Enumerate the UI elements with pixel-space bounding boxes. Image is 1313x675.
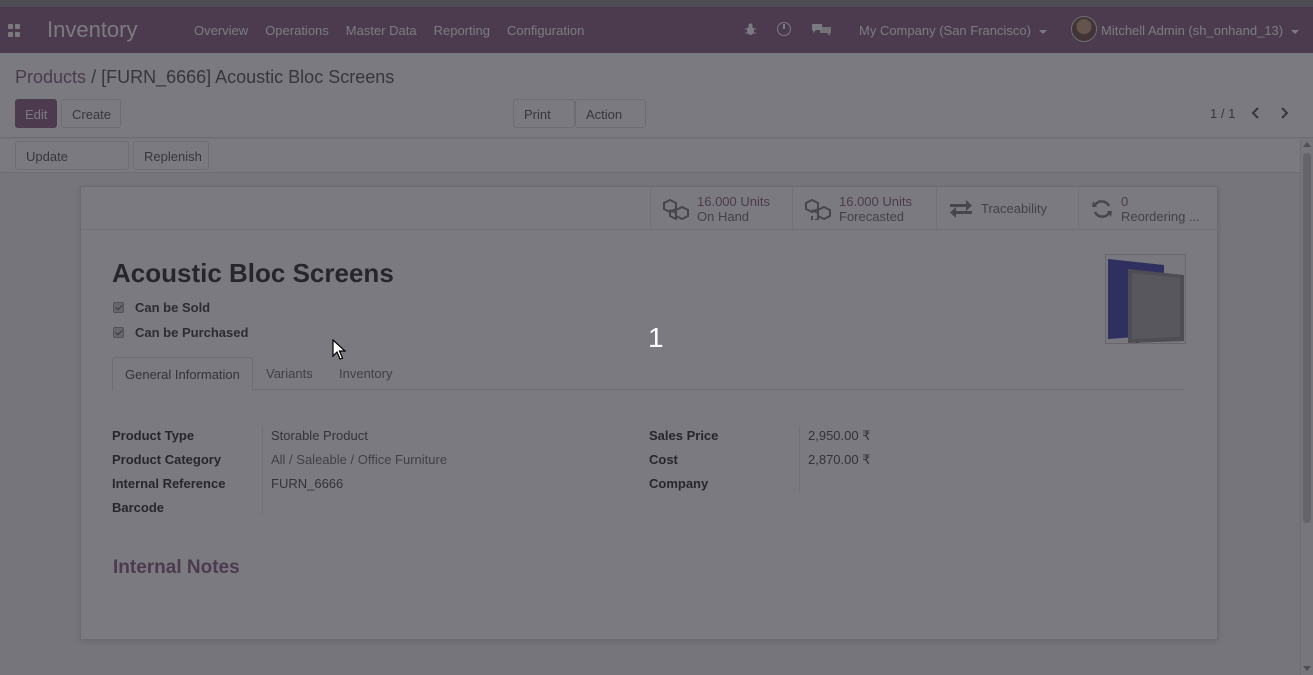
apps-menu-icon[interactable] [8,24,22,38]
print-dropdown[interactable]: Print [513,99,575,147]
bug-icon[interactable] [745,23,756,36]
menu-configuration[interactable]: Configuration [507,23,584,38]
scroll-down-icon[interactable] [1303,666,1311,671]
forecasted-stat-button[interactable]: 16.000 Units Forecasted [792,187,936,230]
button-box: 16.000 Units On Hand 16.000 Units Forecast… [81,187,1217,230]
update-quantity-button[interactable]: Update Quantity [15,141,129,193]
product-image[interactable] [1105,254,1186,344]
reordering-value: 0 [1121,193,1129,209]
breadcrumb-separator: / [91,67,97,87]
breadcrumb-products[interactable]: Products [15,67,86,87]
app-title[interactable]: Inventory [47,17,138,43]
forecasted-value: 16.000 Units [839,193,912,209]
scroll-up-icon[interactable] [1303,142,1311,147]
edit-button[interactable]: Edit [15,99,57,128]
internal-reference-label: Internal Reference [112,476,226,491]
company-name: My Company (San Francisco) [859,23,1031,38]
chevron-right-icon[interactable] [1279,107,1289,119]
control-panel: Products / [FURN_6666] Acoustic Bloc Scr… [0,53,1313,138]
breadcrumb: Products / [FURN_6666] Acoustic Bloc Scr… [15,67,394,88]
menu-overview[interactable]: Overview [194,23,248,38]
main-navbar: Inventory Overview Operations Master Dat… [0,7,1313,53]
menu-reporting[interactable]: Reporting [434,23,490,38]
create-button[interactable]: Create [61,99,121,128]
cubes-icon [663,198,689,220]
action-dropdown[interactable]: Action [575,99,646,147]
tab-variants[interactable]: Variants [254,357,325,390]
sales-price-label: Sales Price [649,428,719,443]
forecasted-text: 16.000 Units Forecasted [839,194,912,224]
field-separator [262,426,263,516]
menu-master-data[interactable]: Master Data [346,23,417,38]
form-sheet: 16.000 Units On Hand 16.000 Units Forecast… [80,186,1218,640]
breadcrumb-current: [FURN_6666] Acoustic Bloc Screens [101,67,395,87]
product-type-field[interactable]: Storable Product [271,428,368,443]
forecasted-label: Forecasted [839,208,905,224]
sales-price-field[interactable]: 2,950.00 ₹ [808,428,871,444]
on-hand-text: 16.000 Units On Hand [697,194,770,224]
user-name: Mitchell Admin (sh_onhand_13) [1101,23,1284,38]
chevron-down-icon [1291,29,1300,34]
barcode-label: Barcode [112,500,165,515]
print-label: Print [524,107,551,122]
field-separator [799,426,800,492]
acoustic-screen-image [1106,255,1185,343]
internal-reference-field[interactable]: FURN_6666 [271,476,343,491]
top-strip [0,0,1313,7]
product-name[interactable]: Acoustic Bloc Screens [112,258,394,289]
product-type-label: Product Type [112,428,195,443]
on-hand-label: On Hand [697,208,750,224]
scroll-thumb[interactable] [1303,153,1311,523]
product-category-field[interactable]: All / Saleable / Office Furniture [271,452,447,467]
chevron-left-icon[interactable] [1251,107,1261,119]
traceability-stat-button[interactable]: Traceability [936,187,1078,230]
reordering-label: Reordering ... [1121,208,1200,224]
chat-icon[interactable] [811,22,833,36]
traceability-text: Traceability [981,201,1047,216]
on-hand-value: 16.000 Units [697,193,770,209]
company-switcher[interactable]: My Company (San Francisco) [859,23,1047,38]
can-be-sold-checkbox[interactable] [113,302,124,313]
can-be-purchased-label: Can be Purchased [135,325,249,340]
cost-field[interactable]: 2,870.00 ₹ [808,452,871,468]
on-hand-stat-button[interactable]: 16.000 Units On Hand [650,187,792,230]
cost-label: Cost [649,452,678,467]
pager-value[interactable]: 1 / 1 [1210,106,1235,121]
mouse-cursor-icon [332,339,346,360]
reordering-text: 0 Reordering ... [1121,194,1200,224]
step-number: 1 [648,322,664,353]
refresh-icon [1092,199,1112,218]
product-category-label: Product Category [112,452,222,467]
replenish-button[interactable]: Replenish [133,141,209,170]
top-menu: Overview Operations Master Data Reportin… [194,23,601,38]
can-be-sold-label: Can be Sold [135,300,211,315]
menu-operations[interactable]: Operations [265,23,329,38]
vertical-scrollbar[interactable] [1300,139,1313,675]
internal-notes-heading: Internal Notes [113,557,240,578]
cubes-icon [805,198,831,220]
exchange-arrows-icon [950,199,972,218]
tab-inventory[interactable]: Inventory [327,357,404,390]
company-label: Company [649,476,709,491]
reordering-stat-button[interactable]: 0 Reordering ... [1078,187,1217,230]
activity-clock-icon[interactable] [777,22,791,36]
chevron-down-icon [1038,29,1047,34]
can-be-purchased-checkbox[interactable] [113,327,124,338]
tab-general-information[interactable]: General Information [112,357,253,391]
avatar[interactable] [1071,16,1097,42]
notebook-tabs: General Information Variants Inventory [112,357,1185,391]
action-label: Action [586,107,623,122]
traceability-label: Traceability [981,201,1047,216]
user-menu[interactable]: Mitchell Admin (sh_onhand_13) [1101,23,1300,38]
